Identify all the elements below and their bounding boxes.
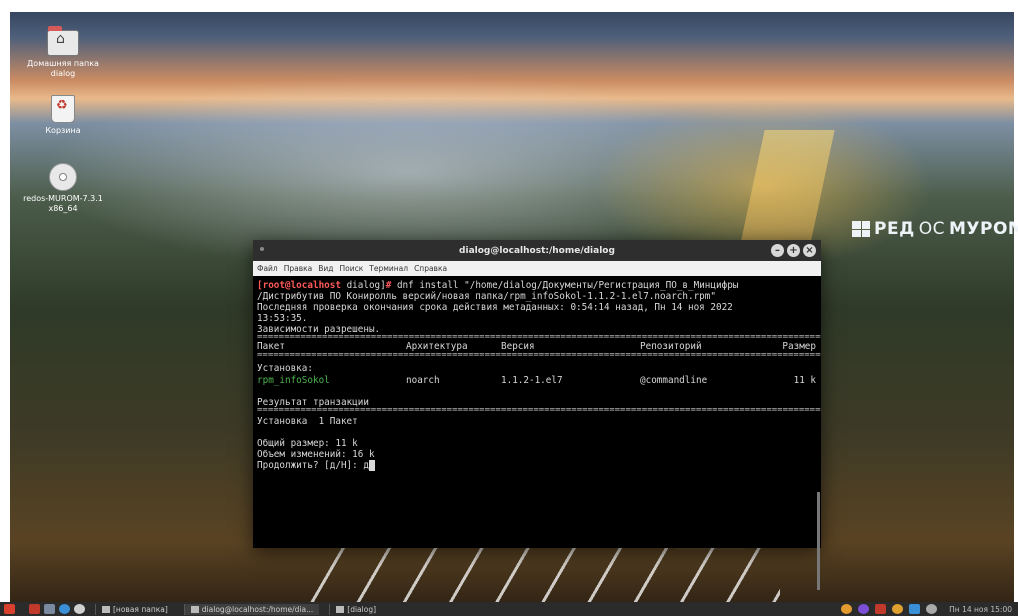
task-terminal-label: dialog@localhost:/home/dia...: [201, 604, 314, 614]
package-size: 11 k: [793, 374, 816, 386]
desktop-icon-home[interactable]: ⌂ Домашняя папка dialog: [18, 26, 108, 79]
header-package: Пакет: [257, 340, 285, 352]
terminal-scrollbar[interactable]: [817, 492, 820, 590]
metadata-line-1: Последняя проверка окончания срока дейст…: [257, 302, 733, 313]
separator: ========================================…: [257, 335, 821, 339]
keyboard-layout-icon[interactable]: [875, 604, 887, 614]
terminal-icon: [190, 605, 199, 613]
menu-file[interactable]: Файл: [257, 264, 278, 273]
wallpaper-bridge: [300, 540, 780, 602]
terminal-menubar: Файл Правка Вид Поиск Терминал Справка: [253, 261, 821, 276]
separator: ========================================…: [257, 353, 821, 357]
metadata-line-2: 13:53:35.: [257, 313, 308, 324]
terminal-titlebar[interactable]: dialog@localhost:/home/dialog – + ×: [253, 240, 821, 261]
task-terminal[interactable]: dialog@localhost:/home/dia...: [183, 603, 320, 615]
trash-icon: [51, 95, 75, 123]
package-version: 1.1.2-1.el7: [501, 374, 563, 386]
system-tray: Пн 14 ноя 15:00: [841, 604, 1018, 614]
screenshot-border-left: [0, 0, 10, 616]
changes-size: Объем изменений: 16 k: [257, 449, 375, 460]
package-row: rpm_infoSokol noarch 1.1.2-1.el7 @comman…: [257, 374, 821, 386]
desktop-icon-home-label: Домашняя папка dialog: [27, 59, 99, 78]
window-menu-icon[interactable]: [260, 247, 264, 251]
menu-search[interactable]: Поиск: [340, 264, 364, 273]
tray-settings-icon[interactable]: [892, 604, 904, 614]
disc-icon: [49, 163, 77, 191]
desktop-icon-trash-label: Корзина: [45, 126, 81, 135]
header-repo: Репозиторий: [640, 340, 702, 352]
update-icon[interactable]: [841, 604, 853, 614]
install-heading: Установка:: [257, 363, 313, 374]
prompt-dir: dialog]: [340, 280, 386, 291]
task-dialog-label: [dialog]: [347, 604, 377, 614]
task-new-folder[interactable]: [новая папка]: [95, 603, 174, 615]
deps-resolved: Зависимости разрешены.: [257, 324, 381, 335]
package-arch: noarch: [406, 374, 440, 386]
brand-prefix: РЕД: [874, 219, 915, 239]
terminal-title: dialog@localhost:/home/dialog: [459, 245, 615, 256]
header-arch: Архитектура: [406, 340, 468, 352]
app-launcher-icon[interactable]: [29, 604, 40, 614]
separator: ========================================…: [257, 408, 821, 412]
screenshot-border-right: [1014, 0, 1018, 616]
clock[interactable]: Пн 14 ноя 15:00: [949, 605, 1012, 614]
search-icon[interactable]: [74, 604, 85, 614]
brand-logo: РЕД ОС МУРОМ: [852, 219, 1018, 239]
transaction-result: Результат транзакции: [257, 397, 369, 408]
task-new-folder-label: [новая папка]: [113, 604, 168, 614]
header-size: Размер: [782, 340, 816, 352]
minimize-button[interactable]: –: [771, 244, 784, 257]
close-button[interactable]: ×: [803, 244, 816, 257]
desktop-icon-trash[interactable]: Корзина: [18, 95, 108, 136]
network-icon[interactable]: [909, 604, 921, 614]
screenshot-border-top: [0, 0, 1018, 12]
desktop-icon-disc[interactable]: redos-MUROM-7.3.1 x86_64: [18, 163, 108, 214]
brand-suffix: МУРОМ: [948, 219, 1018, 239]
browser-icon[interactable]: [59, 604, 70, 614]
package-name: rpm_infoSokol: [257, 374, 330, 386]
header-version: Версия: [501, 340, 535, 352]
terminal-output[interactable]: [root@localhost dialog]# dnf install "/h…: [253, 276, 821, 548]
table-header-row: Пакет Архитектура Версия Репозиторий Раз…: [257, 339, 821, 353]
folder-icon: [102, 605, 110, 613]
command-text: dnf install "/home/dialog/Документы/Реги…: [391, 280, 739, 291]
home-folder-icon: ⌂: [47, 26, 79, 56]
total-size: Общий размер: 11 k: [257, 438, 358, 449]
brand-os: ОС: [918, 219, 945, 239]
start-menu-icon[interactable]: [4, 604, 15, 614]
terminal-window[interactable]: dialog@localhost:/home/dialog – + × Файл…: [253, 240, 821, 590]
maximize-button[interactable]: +: [787, 244, 800, 257]
tray-app-icon[interactable]: [858, 604, 870, 614]
menu-terminal[interactable]: Терминал: [369, 264, 408, 273]
confirm-prompt: Продолжить? [д/Н]:: [257, 460, 364, 471]
install-count: Установка 1 Пакет: [257, 416, 358, 427]
command-continuation: /Дистрибутив ПО Кониролль версий/новая п…: [257, 291, 716, 302]
prompt-user: [root@localhost: [257, 280, 341, 291]
folder-icon: [336, 605, 345, 613]
command-line: [root@localhost dialog]# dnf install "/h…: [257, 280, 821, 291]
desktop-icon-disc-label: redos-MUROM-7.3.1 x86_64: [23, 194, 103, 213]
task-dialog[interactable]: [dialog]: [329, 603, 382, 615]
taskbar: [новая папка] dialog@localhost:/home/dia…: [0, 602, 1018, 616]
brand-logo-icon: [852, 221, 870, 237]
menu-help[interactable]: Справка: [414, 264, 447, 273]
confirm-line[interactable]: Продолжить? [д/Н]: д: [257, 460, 821, 471]
text-cursor: [368, 460, 375, 471]
menu-view[interactable]: Вид: [318, 264, 333, 273]
package-repo: @commandline: [640, 374, 708, 386]
volume-icon[interactable]: [926, 604, 938, 614]
file-manager-icon[interactable]: [44, 604, 55, 614]
menu-edit[interactable]: Правка: [284, 264, 313, 273]
